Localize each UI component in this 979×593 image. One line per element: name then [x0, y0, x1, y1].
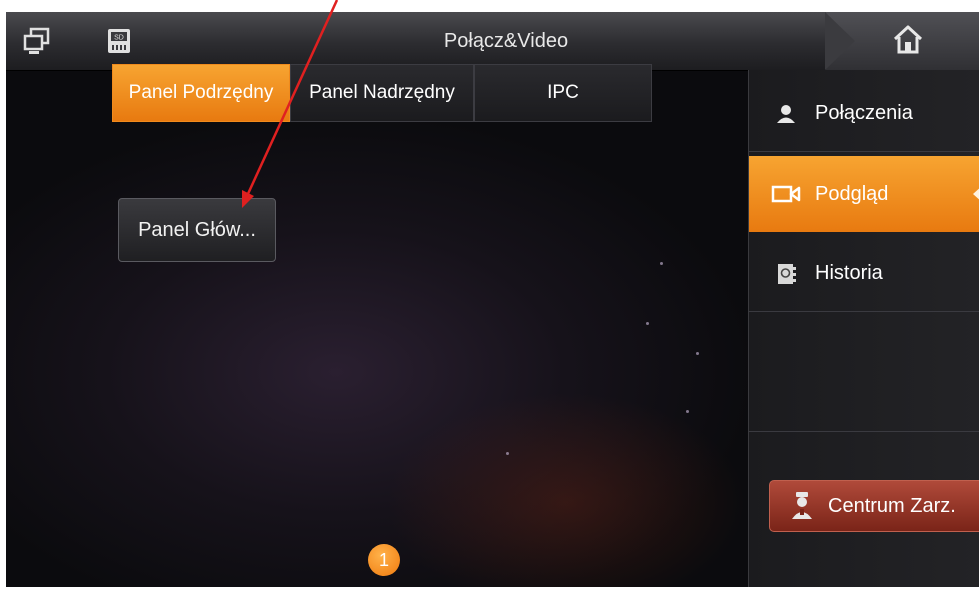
sidebar-item-label: Połączenia: [815, 102, 913, 124]
device-tile[interactable]: Panel Głów...: [118, 198, 276, 262]
sidebar-item-label: Podgląd: [815, 182, 889, 205]
home-button-area: [825, 12, 979, 70]
sidebar-item-polaczenia[interactable]: Połączenia: [749, 76, 979, 152]
sidebar: Połączenia Podgląd Historia Centrum Zarz…: [748, 70, 979, 587]
background-star: [506, 452, 509, 455]
address-book-icon: [771, 262, 801, 286]
background-star: [686, 410, 689, 413]
tab-bar: Panel Podrzędny Panel Nadrzędny IPC: [112, 64, 652, 122]
sidebar-item-label: Historia: [815, 262, 883, 284]
sidebar-item-historia[interactable]: Historia: [749, 236, 979, 312]
tab-panel-podrzedny[interactable]: Panel Podrzędny: [112, 64, 290, 122]
management-center-label: Centrum Zarz.: [828, 494, 956, 517]
device-screen: SD Połącz&Video Panel Podrzędny Panel Na…: [6, 12, 979, 587]
page-title: Połącz&Video: [443, 30, 569, 52]
sidebar-empty-slot: [749, 316, 979, 432]
monitor-icon[interactable]: [20, 24, 54, 58]
camera-icon: [771, 182, 801, 206]
background-star: [646, 322, 649, 325]
sidebar-item-podglad[interactable]: Podgląd: [749, 156, 979, 232]
management-center-button[interactable]: Centrum Zarz.: [769, 480, 979, 532]
tab-panel-nadrzedny[interactable]: Panel Nadrzędny: [290, 64, 474, 122]
page-indicator[interactable]: 1: [368, 544, 400, 576]
sd-card-icon[interactable]: SD: [102, 24, 136, 58]
home-icon: [891, 23, 925, 60]
background-star: [660, 262, 663, 265]
title-bar: SD Połącz&Video: [6, 12, 979, 71]
background-star: [696, 352, 699, 355]
svg-text:SD: SD: [114, 35, 124, 42]
guard-icon: [788, 490, 816, 522]
home-button[interactable]: [886, 20, 930, 62]
tab-ipc[interactable]: IPC: [474, 64, 652, 122]
contact-icon: [771, 102, 801, 126]
